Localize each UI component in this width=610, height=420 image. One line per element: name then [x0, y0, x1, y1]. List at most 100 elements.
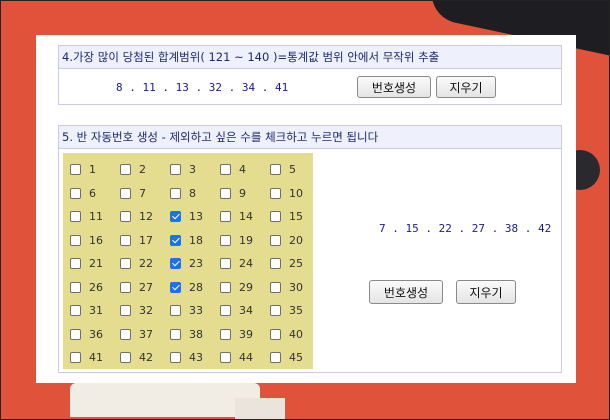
number-option[interactable]: 22	[120, 257, 153, 270]
number-option[interactable]: 3	[170, 163, 196, 176]
number-option[interactable]: 2	[120, 163, 146, 176]
number-option[interactable]: 45	[270, 351, 303, 364]
number-checkbox[interactable]	[170, 352, 181, 363]
number-checkbox[interactable]	[70, 164, 81, 175]
number-option[interactable]: 19	[220, 234, 253, 247]
number-checkbox[interactable]	[70, 352, 81, 363]
number-checkbox[interactable]	[170, 164, 181, 175]
number-label: 25	[289, 257, 303, 270]
number-option[interactable]: 24	[220, 257, 253, 270]
number-option[interactable]: 15	[270, 210, 303, 223]
number-checkbox[interactable]	[270, 258, 281, 269]
sum-range-generate-button[interactable]: 번호생성	[357, 76, 431, 98]
number-checkbox[interactable]	[220, 352, 231, 363]
semi-auto-clear-button[interactable]: 지우기	[456, 280, 516, 304]
number-option[interactable]: 43	[170, 351, 203, 364]
number-checkbox[interactable]	[70, 258, 81, 269]
number-checkbox[interactable]	[120, 164, 131, 175]
number-option[interactable]: 25	[270, 257, 303, 270]
number-checkbox[interactable]	[170, 305, 181, 316]
number-option[interactable]: 14	[220, 210, 253, 223]
number-checkbox[interactable]	[220, 281, 231, 293]
number-checkbox[interactable]	[70, 234, 81, 246]
number-option[interactable]: 16	[70, 234, 103, 247]
number-option[interactable]: 31	[70, 304, 103, 317]
number-option[interactable]: 37	[120, 328, 153, 341]
number-checkbox[interactable]	[170, 328, 181, 340]
number-checkbox[interactable]	[220, 187, 231, 199]
number-checkbox[interactable]	[220, 234, 231, 246]
number-option[interactable]: 13	[170, 210, 203, 223]
number-label: 22	[139, 257, 153, 270]
number-option[interactable]: 6	[70, 187, 96, 200]
number-option[interactable]: 5	[270, 163, 296, 176]
number-option[interactable]: 12	[120, 210, 153, 223]
number-option[interactable]: 8	[170, 187, 196, 200]
number-option[interactable]: 34	[220, 304, 253, 317]
number-checkbox[interactable]	[220, 211, 231, 222]
number-checkbox[interactable]	[170, 281, 181, 293]
number-label: 14	[239, 210, 253, 223]
number-checkbox[interactable]	[120, 211, 131, 222]
number-checkbox[interactable]	[120, 234, 131, 246]
number-checkbox[interactable]	[220, 328, 231, 340]
sum-range-clear-button[interactable]: 지우기	[436, 76, 496, 98]
number-option[interactable]: 35	[270, 304, 303, 317]
number-option[interactable]: 18	[170, 234, 203, 247]
number-checkbox[interactable]	[70, 187, 81, 199]
number-option[interactable]: 1	[70, 163, 96, 176]
number-checkbox[interactable]	[170, 234, 181, 246]
number-checkbox[interactable]	[120, 258, 131, 269]
number-checkbox[interactable]	[270, 234, 281, 246]
number-option[interactable]: 26	[70, 281, 103, 294]
number-option[interactable]: 20	[270, 234, 303, 247]
number-label: 26	[89, 280, 103, 294]
number-option[interactable]: 32	[120, 304, 153, 317]
number-option[interactable]: 29	[220, 281, 253, 294]
number-checkbox[interactable]	[70, 281, 81, 293]
number-checkbox[interactable]	[120, 187, 131, 199]
number-checkbox[interactable]	[270, 352, 281, 363]
number-option[interactable]: 40	[270, 328, 303, 341]
number-option[interactable]: 27	[120, 281, 153, 294]
number-checkbox[interactable]	[220, 258, 231, 269]
number-option[interactable]: 36	[70, 328, 103, 341]
number-checkbox[interactable]	[170, 187, 181, 199]
number-checkbox[interactable]	[170, 258, 181, 269]
number-checkbox[interactable]	[270, 328, 281, 340]
number-checkbox[interactable]	[270, 281, 281, 293]
number-option[interactable]: 33	[170, 304, 203, 317]
number-option[interactable]: 28	[170, 281, 203, 294]
number-option[interactable]: 7	[120, 187, 146, 200]
number-checkbox[interactable]	[270, 187, 281, 199]
number-label: 11	[89, 210, 103, 223]
number-checkbox[interactable]	[70, 305, 81, 316]
number-checkbox[interactable]	[120, 305, 131, 316]
number-option[interactable]: 44	[220, 351, 253, 364]
semi-auto-generate-button[interactable]: 번호생성	[369, 280, 443, 304]
number-option[interactable]: 41	[70, 351, 103, 364]
number-checkbox[interactable]	[270, 164, 281, 175]
number-option[interactable]: 10	[270, 187, 303, 200]
number-checkbox[interactable]	[120, 328, 131, 340]
number-option[interactable]: 30	[270, 281, 303, 294]
number-option[interactable]: 39	[220, 328, 253, 341]
number-option[interactable]: 42	[120, 351, 153, 364]
number-label: 12	[139, 210, 153, 223]
number-checkbox[interactable]	[70, 211, 81, 222]
number-checkbox[interactable]	[270, 305, 281, 316]
number-option[interactable]: 38	[170, 328, 203, 341]
number-checkbox[interactable]	[220, 305, 231, 316]
number-checkbox[interactable]	[120, 281, 131, 293]
number-checkbox[interactable]	[270, 211, 281, 222]
number-checkbox[interactable]	[220, 164, 231, 175]
number-checkbox[interactable]	[70, 328, 81, 340]
number-option[interactable]: 4	[220, 163, 246, 176]
number-option[interactable]: 17	[120, 234, 153, 247]
number-checkbox[interactable]	[170, 211, 181, 222]
number-checkbox[interactable]	[120, 352, 131, 363]
number-option[interactable]: 23	[170, 257, 203, 270]
number-option[interactable]: 9	[220, 187, 246, 200]
number-option[interactable]: 11	[70, 210, 103, 223]
number-option[interactable]: 21	[70, 257, 103, 270]
